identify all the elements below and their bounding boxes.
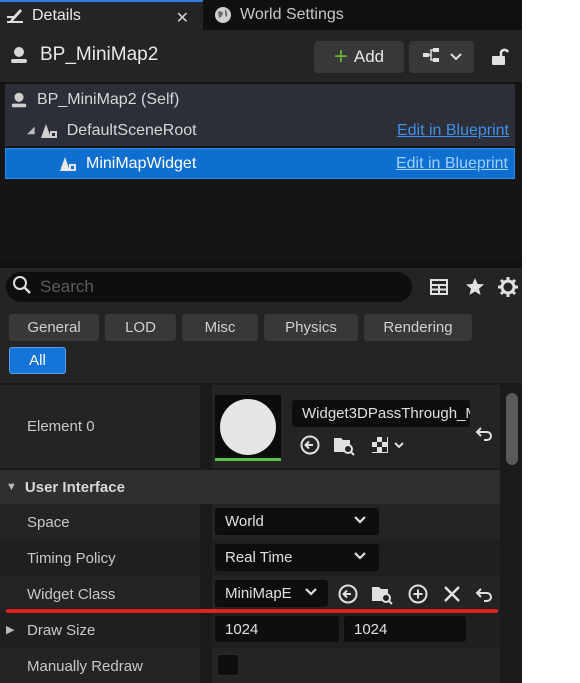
browse-folder-icon[interactable] bbox=[370, 582, 394, 606]
edit-in-blueprint-link[interactable]: Edit in Blueprint bbox=[397, 122, 509, 140]
details-panel: Details ✕ World Settings BP_MiniMap2 + A… bbox=[0, 0, 522, 683]
checker-dropdown-icon[interactable] bbox=[368, 433, 408, 457]
property-timing-policy: Timing Policy Real Time bbox=[0, 540, 500, 576]
widget-class-value: MiniMapE bbox=[225, 585, 292, 602]
draw-size-y-field[interactable]: 1024 bbox=[344, 616, 466, 642]
search-input[interactable] bbox=[40, 277, 380, 297]
tree-item-self-label: BP_MiniMap2 (Self) bbox=[37, 90, 180, 108]
tab-details-label: Details bbox=[32, 7, 81, 24]
tree-item-default-scene-root[interactable]: ◢ DefaultSceneRoot Edit in Blueprint bbox=[5, 115, 515, 146]
collapse-arrow-icon[interactable]: ◢ bbox=[27, 125, 35, 136]
hierarchy-icon bbox=[422, 47, 444, 68]
add-component-button[interactable]: + Add bbox=[314, 41, 404, 73]
globe-icon bbox=[212, 4, 234, 26]
properties-list: Element 0 Widget3DPassThrough_M ▼ User I… bbox=[0, 383, 522, 683]
property-widget-class: Widget Class MiniMapE bbox=[0, 576, 500, 612]
table-view-icon[interactable] bbox=[428, 276, 450, 298]
property-label: Element 0 bbox=[27, 418, 95, 435]
filter-all[interactable]: All bbox=[9, 347, 66, 374]
tree-item-minimap-widget[interactable]: MiniMapWidget Edit in Blueprint bbox=[5, 148, 515, 179]
expand-arrow-icon[interactable]: ▶ bbox=[6, 623, 14, 636]
details-header: BP_MiniMap2 + Add bbox=[0, 30, 522, 82]
tree-item-self[interactable]: BP_MiniMap2 (Self) bbox=[5, 84, 515, 115]
tab-world-settings[interactable]: World Settings bbox=[208, 0, 408, 30]
manually-redraw-checkbox[interactable] bbox=[217, 654, 239, 676]
filter-general[interactable]: General bbox=[9, 314, 99, 341]
tree-item-default-scene-root-label: DefaultSceneRoot bbox=[66, 121, 197, 139]
chevron-down-icon bbox=[449, 48, 462, 66]
star-icon[interactable] bbox=[464, 276, 486, 298]
gear-icon[interactable] bbox=[497, 276, 519, 298]
category-user-interface[interactable]: ▼ User Interface bbox=[0, 470, 500, 504]
timing-policy-combo[interactable]: Real Time bbox=[215, 544, 379, 571]
category-label: User Interface bbox=[24, 478, 125, 496]
column-divider bbox=[200, 612, 212, 648]
property-draw-size: ▶ Draw Size 1024 1024 bbox=[0, 612, 500, 648]
tab-world-settings-label: World Settings bbox=[240, 6, 344, 23]
blueprint-title: BP_MiniMap2 bbox=[8, 44, 158, 66]
tree-item-minimap-widget-label: MiniMapWidget bbox=[86, 154, 197, 172]
actor-icon bbox=[8, 44, 30, 66]
material-asset-picker[interactable]: Widget3DPassThrough_M bbox=[292, 400, 470, 427]
column-divider bbox=[200, 540, 212, 576]
edit-in-blueprint-link[interactable]: Edit in Blueprint bbox=[396, 155, 508, 173]
space-combo[interactable]: World bbox=[215, 508, 379, 535]
draw-size-x-field[interactable]: 1024 bbox=[215, 616, 339, 642]
search-icon bbox=[12, 275, 32, 300]
add-button-label: Add bbox=[353, 47, 385, 66]
property-label: Manually Redraw bbox=[27, 658, 143, 675]
filter-lod[interactable]: LOD bbox=[105, 314, 176, 341]
property-element-0: Element 0 Widget3DPassThrough_M bbox=[0, 385, 500, 468]
filter-misc[interactable]: Misc bbox=[182, 314, 258, 341]
property-manually-redraw: Manually Redraw bbox=[0, 648, 500, 683]
red-underline-annotation bbox=[6, 609, 498, 613]
scene-component-icon bbox=[39, 122, 59, 140]
scrollbar-thumb[interactable] bbox=[506, 393, 518, 465]
create-new-icon[interactable] bbox=[406, 582, 430, 606]
search-box[interactable] bbox=[6, 272, 412, 302]
column-divider bbox=[200, 504, 212, 540]
column-divider bbox=[200, 385, 212, 468]
tab-bar: Details ✕ World Settings bbox=[0, 0, 522, 30]
chevron-down-icon bbox=[353, 549, 367, 567]
chevron-down-icon bbox=[304, 585, 318, 603]
actor-icon bbox=[9, 90, 29, 110]
material-preview-sphere bbox=[220, 398, 276, 455]
material-thumbnail[interactable] bbox=[215, 395, 281, 461]
property-label: Widget Class bbox=[27, 586, 116, 603]
component-tree: BP_MiniMap2 (Self) ◢ DefaultSceneRoot Ed… bbox=[0, 82, 522, 264]
expand-arrow-icon: ▼ bbox=[6, 481, 17, 493]
plus-icon: + bbox=[333, 43, 348, 70]
lock-icon[interactable] bbox=[486, 44, 512, 70]
browse-folder-icon[interactable] bbox=[332, 433, 356, 457]
close-icon[interactable]: ✕ bbox=[176, 8, 189, 28]
reset-to-default-icon[interactable] bbox=[472, 421, 496, 445]
details-pencil-icon bbox=[4, 5, 26, 27]
hierarchy-dropdown-button[interactable] bbox=[409, 41, 474, 73]
widget-class-combo[interactable]: MiniMapE bbox=[215, 580, 328, 607]
clear-x-icon[interactable] bbox=[440, 582, 464, 606]
use-selected-arrow-icon[interactable] bbox=[336, 582, 360, 606]
timing-policy-value: Real Time bbox=[225, 549, 293, 566]
filter-physics[interactable]: Physics bbox=[264, 314, 358, 341]
tab-details[interactable]: Details ✕ bbox=[0, 0, 203, 30]
reset-to-default-icon[interactable] bbox=[472, 582, 496, 606]
use-selected-arrow-icon[interactable] bbox=[298, 433, 322, 457]
property-label: Draw Size bbox=[27, 622, 96, 639]
chevron-down-icon bbox=[353, 513, 367, 531]
blueprint-title-text: BP_MiniMap2 bbox=[40, 44, 159, 65]
property-label: Timing Policy bbox=[27, 550, 116, 567]
column-divider bbox=[200, 576, 212, 612]
filter-rendering[interactable]: Rendering bbox=[364, 314, 472, 341]
scene-component-icon bbox=[58, 155, 78, 173]
column-divider bbox=[200, 648, 212, 683]
search-area: General LOD Misc Physics Rendering All bbox=[0, 268, 522, 383]
property-label: Space bbox=[27, 514, 70, 531]
property-space: Space World bbox=[0, 504, 500, 540]
space-value: World bbox=[225, 513, 264, 530]
